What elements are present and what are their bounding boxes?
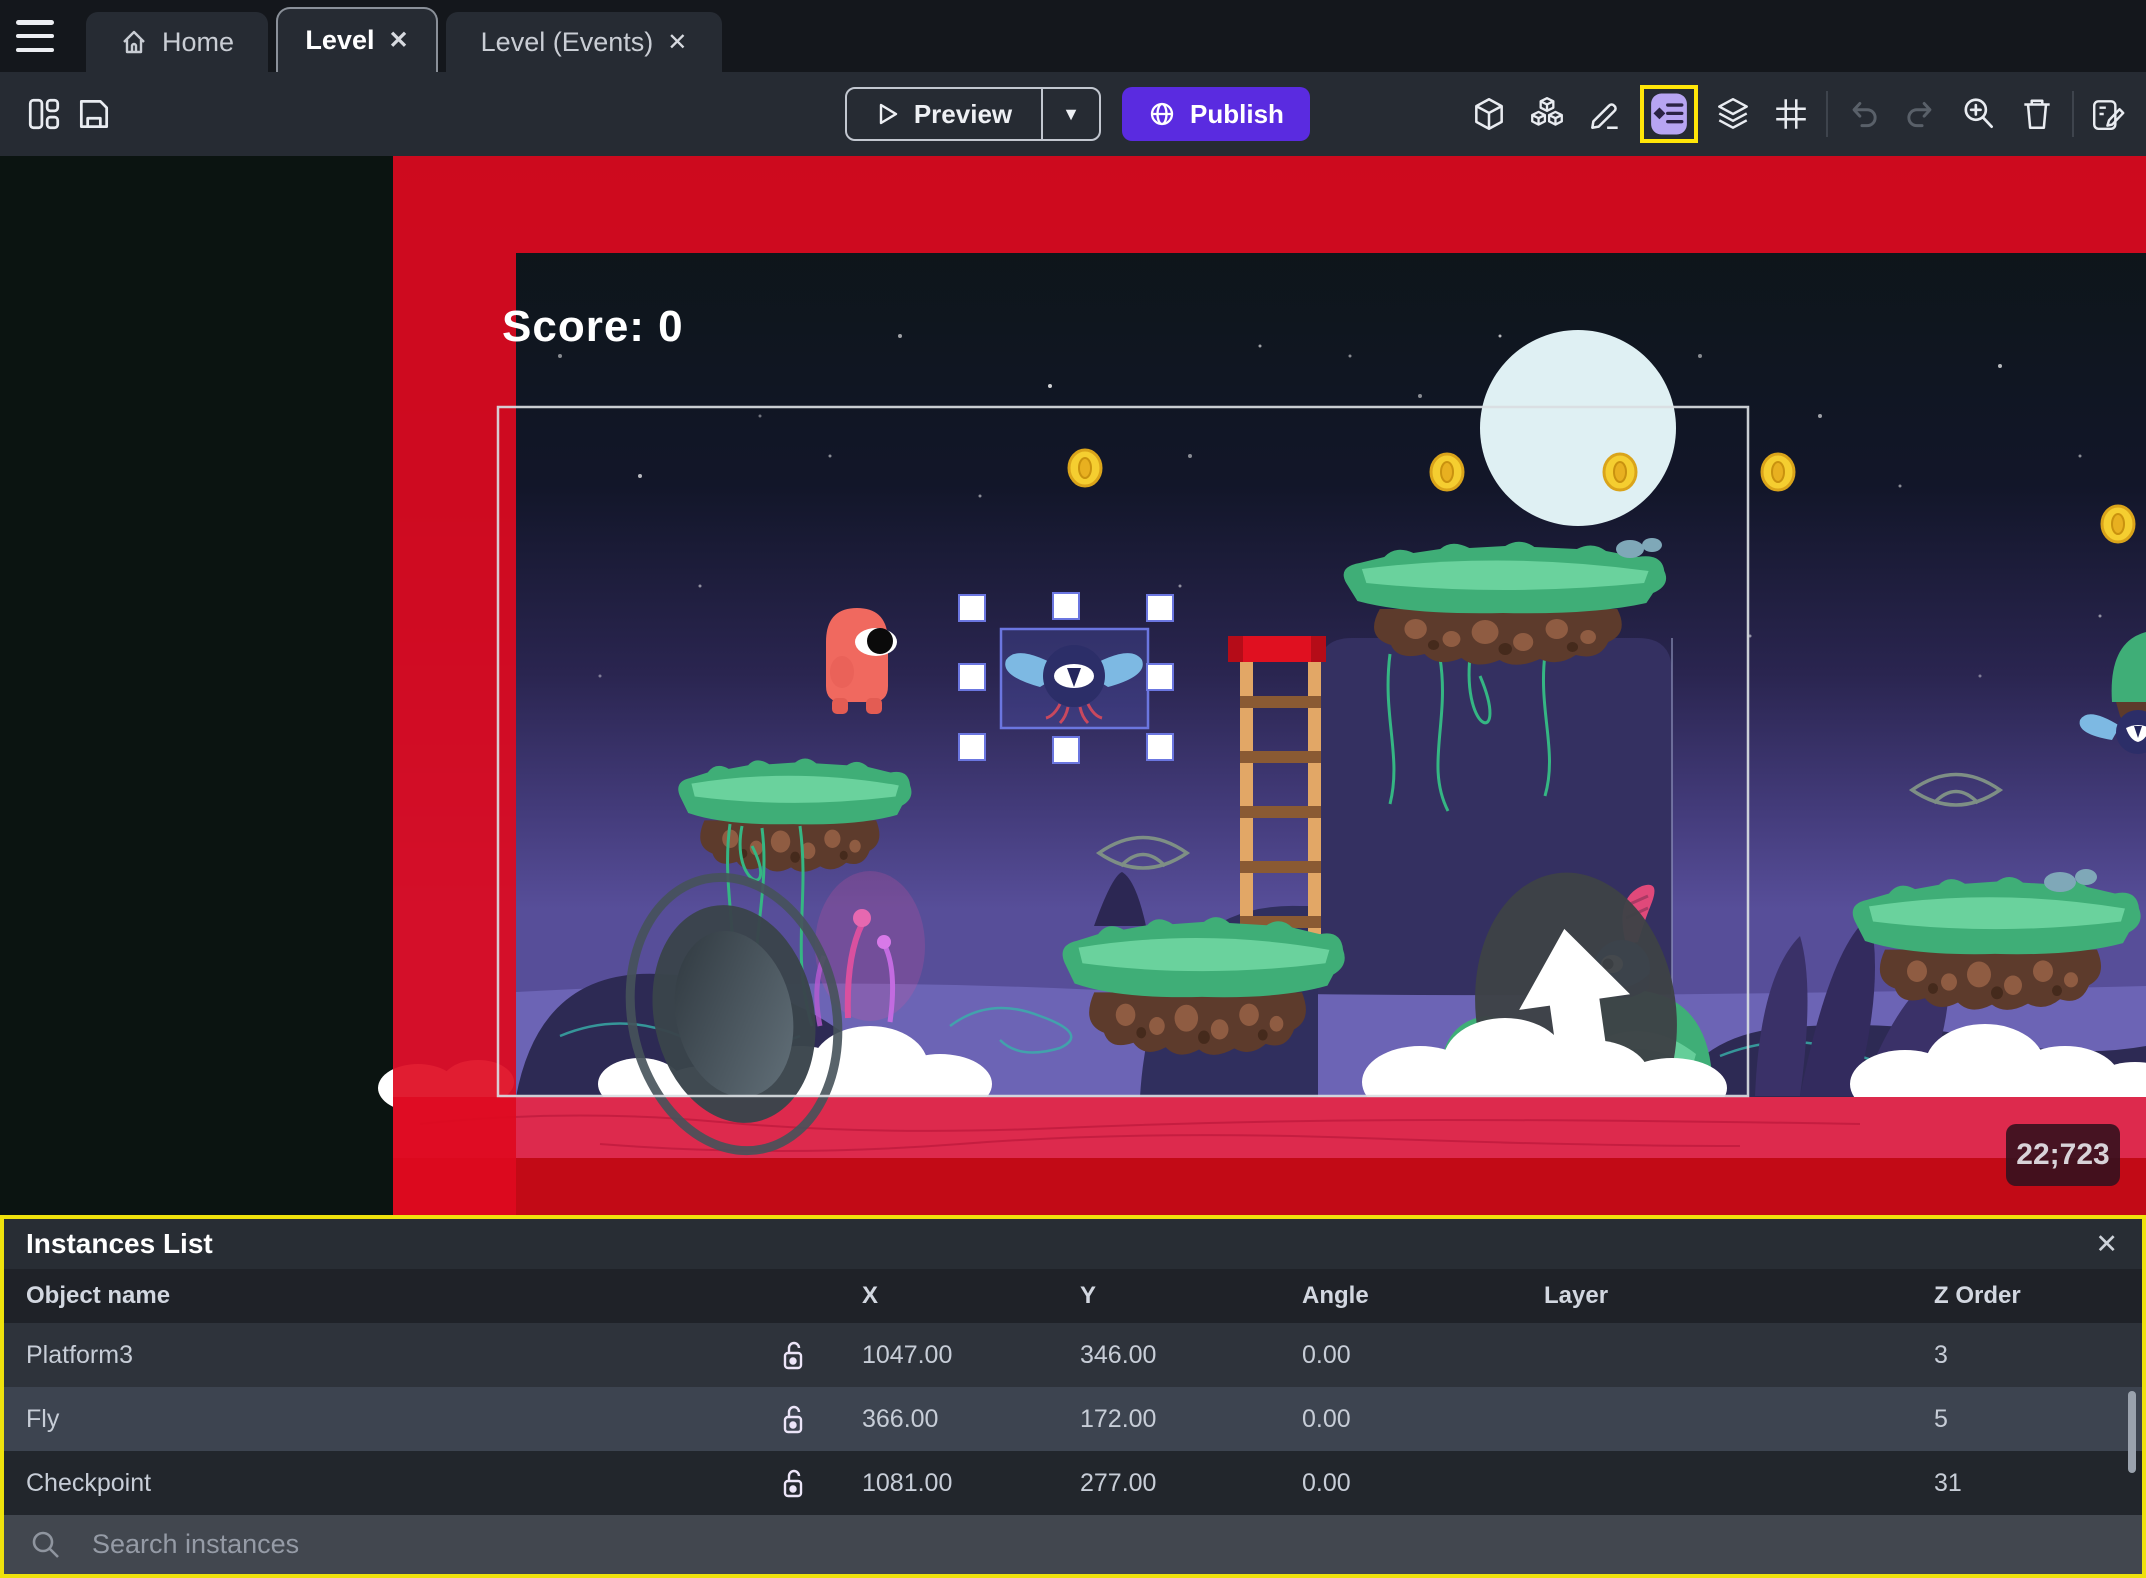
close-panel-icon[interactable]: ✕ — [2095, 1229, 2118, 1260]
tab-label: Level (Events) — [480, 26, 654, 57]
column-layer: Layer — [1544, 1282, 1609, 1309]
instance-x[interactable]: 1081.00 — [834, 1469, 1052, 1498]
unlock-icon[interactable] — [752, 1467, 834, 1499]
tab-bar: Home Level ✕ Level (Events) ✕ — [0, 0, 2146, 72]
panel-title: Instances List — [26, 1228, 213, 1259]
editor-tools-strip — [1466, 85, 2132, 143]
tab-level-events[interactable]: Level (Events) ✕ — [446, 12, 722, 72]
instance-y[interactable]: 172.00 — [1052, 1405, 1274, 1434]
instance-angle[interactable]: 0.00 — [1274, 1341, 1516, 1370]
preview-label: Preview — [913, 98, 1013, 129]
save-icon[interactable] — [72, 92, 116, 136]
search-icon — [32, 1531, 59, 1558]
instance-x[interactable]: 366.00 — [834, 1405, 1052, 1434]
table-row[interactable]: Checkpoint 1081.00 277.00 0.00 31 — [4, 1451, 2142, 1515]
globe-icon — [1150, 102, 1174, 126]
search-bar — [4, 1515, 2142, 1574]
score-text: Score: 0 — [502, 302, 684, 351]
object-cube-icon[interactable] — [1466, 91, 1512, 137]
instance-name: Checkpoint — [26, 1468, 152, 1497]
column-z-order: Z Order — [1934, 1282, 2021, 1309]
zoom-in-icon[interactable] — [1956, 91, 2002, 137]
instance-z-order[interactable]: 31 — [1906, 1469, 2142, 1498]
table-row[interactable]: Platform3 1047.00 346.00 0.00 3 — [4, 1323, 2142, 1387]
instances-list-icon[interactable] — [1646, 91, 1692, 137]
instance-z-order[interactable]: 3 — [1906, 1341, 2142, 1370]
preview-dropdown-button[interactable]: ▼ — [1041, 89, 1099, 139]
preview-button[interactable]: Preview ▼ — [845, 87, 1101, 141]
ground — [393, 1097, 2146, 1215]
caret-down-icon: ▼ — [1062, 103, 1080, 124]
scene-edit-icon[interactable] — [2086, 91, 2132, 137]
column-angle: Angle — [1302, 1282, 1369, 1309]
publish-button[interactable]: Publish — [1122, 87, 1310, 141]
objects-group-icon[interactable] — [1524, 91, 1570, 137]
grid-icon[interactable] — [1768, 91, 1814, 137]
column-x: X — [862, 1282, 879, 1309]
fly-enemy-selected[interactable] — [999, 627, 1150, 730]
publish-label: Publish — [1190, 98, 1284, 129]
tab-home[interactable]: Home — [86, 12, 268, 72]
cursor-coordinates-badge: 22;723 — [2006, 1124, 2120, 1186]
trash-icon[interactable] — [2014, 91, 2060, 137]
column-y: Y — [1080, 1282, 1097, 1309]
scene-editor-canvas[interactable]: Score: 0 22;723 — [0, 156, 2146, 1215]
scrollbar-thumb[interactable] — [2128, 1391, 2136, 1473]
instances-list-panel: Instances List ✕ Object name X Y Angle L… — [0, 1215, 2146, 1578]
tab-label: Level — [305, 25, 375, 55]
play-icon — [879, 103, 898, 125]
home-icon — [123, 30, 145, 54]
instance-x[interactable]: 1047.00 — [834, 1341, 1052, 1370]
toolbar: Preview ▼ Publish — [0, 72, 2146, 156]
instances-table-header: Object name X Y Angle Layer Z Order — [4, 1269, 2142, 1323]
redo-icon[interactable] — [1898, 91, 1944, 137]
instance-angle[interactable]: 0.00 — [1274, 1469, 1516, 1498]
close-tab-icon[interactable]: ✕ — [667, 28, 687, 57]
edit-pencil-icon[interactable] — [1582, 91, 1628, 137]
instance-y[interactable]: 277.00 — [1052, 1469, 1274, 1498]
layout-panels-icon[interactable] — [22, 92, 66, 136]
table-row-selected[interactable]: Fly 366.00 172.00 0.00 5 — [4, 1387, 2142, 1451]
divider — [2072, 91, 2074, 137]
scene-artwork — [0, 156, 2146, 1215]
hamburger-menu-icon[interactable] — [16, 20, 56, 52]
column-object-name: Object name — [26, 1282, 171, 1309]
divider — [1826, 91, 1828, 137]
instance-y[interactable]: 346.00 — [1052, 1341, 1274, 1370]
undo-icon[interactable] — [1840, 91, 1886, 137]
layers-icon[interactable] — [1710, 91, 1756, 137]
moon[interactable] — [1480, 330, 1676, 526]
instance-name: Fly — [26, 1404, 60, 1433]
instance-name: Platform3 — [26, 1340, 133, 1369]
instance-angle[interactable]: 0.00 — [1274, 1405, 1516, 1434]
search-instances-input[interactable] — [4, 1515, 2142, 1574]
unlock-icon[interactable] — [752, 1339, 834, 1371]
tab-label: Home — [161, 26, 235, 57]
unlock-icon[interactable] — [752, 1403, 834, 1435]
close-tab-icon[interactable]: ✕ — [388, 26, 408, 55]
instances-list-highlight[interactable] — [1640, 85, 1698, 143]
tab-level[interactable]: Level ✕ — [276, 7, 438, 72]
instance-z-order[interactable]: 5 — [1906, 1405, 2142, 1434]
